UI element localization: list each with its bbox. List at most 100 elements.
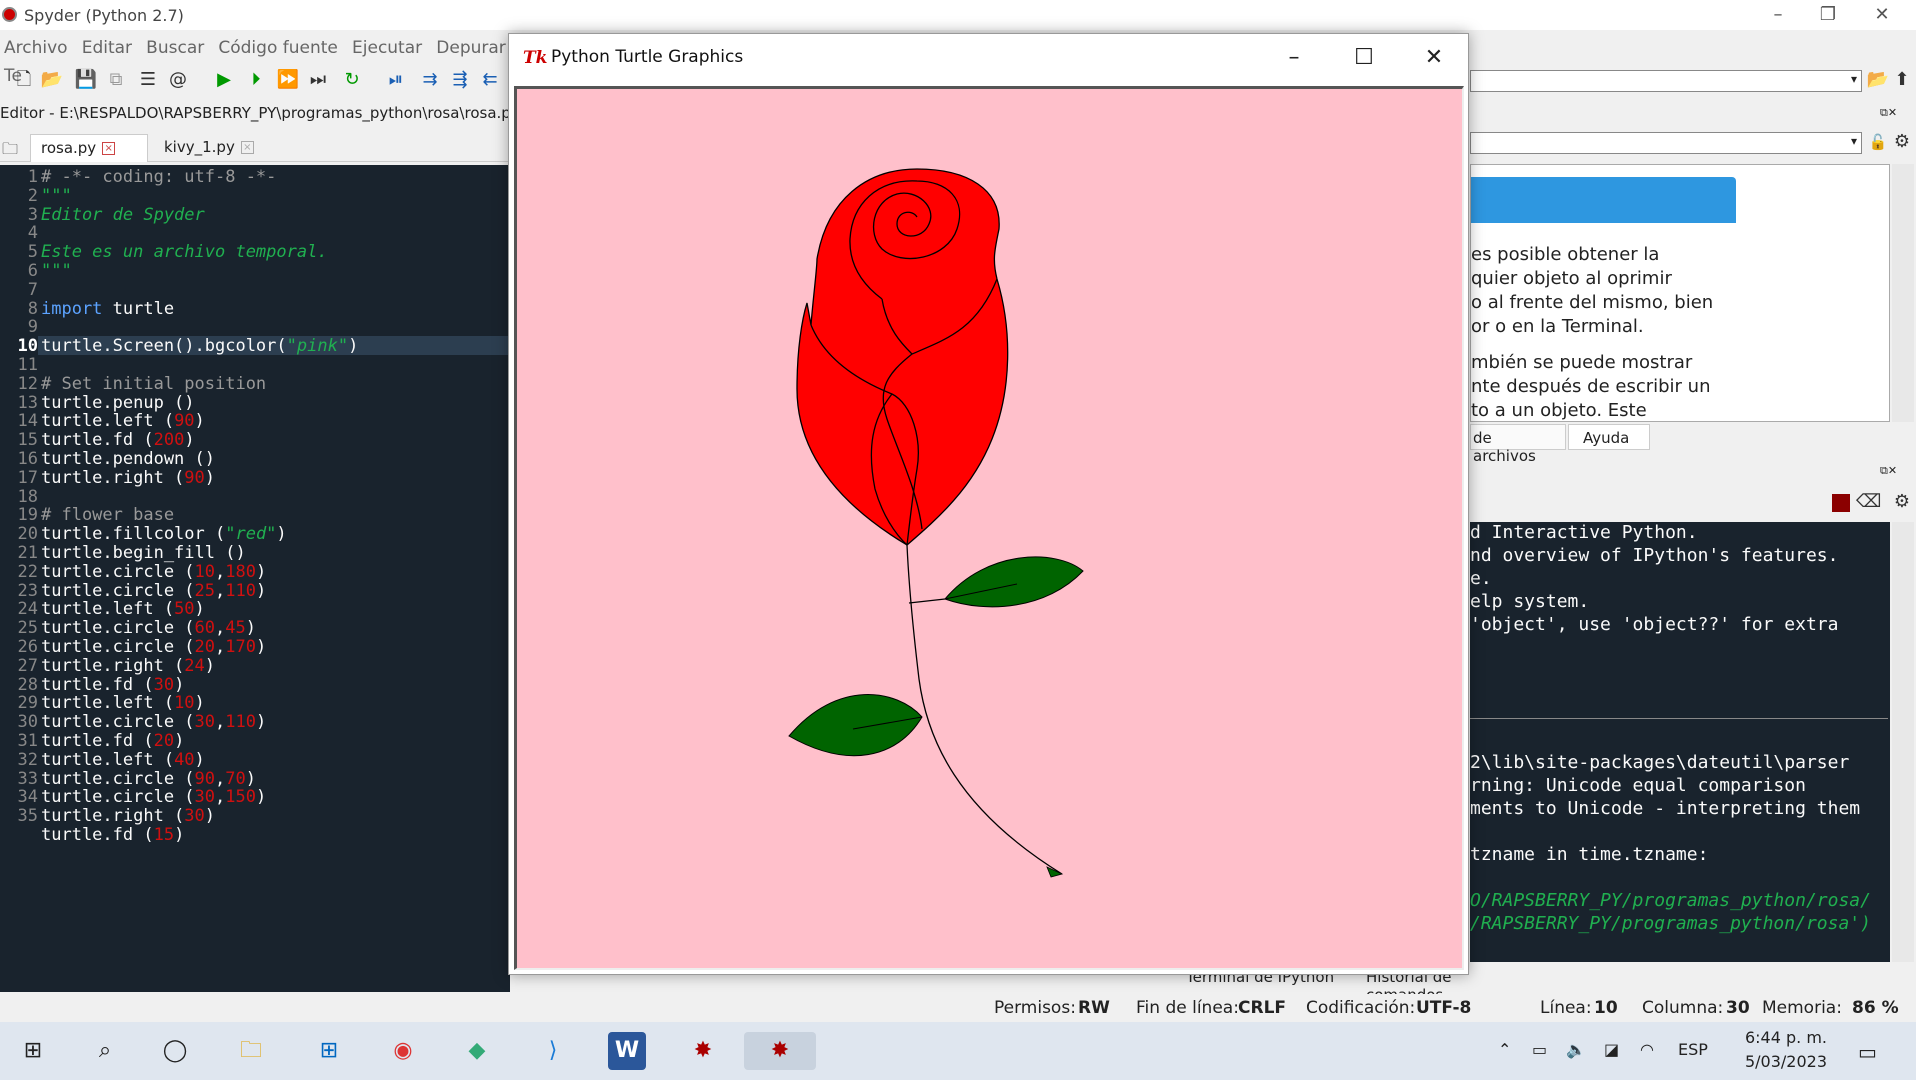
browse-tabs-icon[interactable]: 🗀 bbox=[0, 134, 28, 162]
run-cell-icon[interactable]: ⏵ bbox=[244, 68, 268, 92]
help-object-combo[interactable]: ▾ bbox=[1470, 132, 1862, 154]
code-editor[interactable]: 1 2 3 4 5 6 7 8 9 10 11 12 13 14 15 16 17 18 19 20 21 22 23 24 2… bbox=[0, 165, 510, 992]
tab-help[interactable]: Ayuda bbox=[1568, 424, 1650, 450]
help-line: o al frente del mismo, bien bbox=[1471, 292, 1714, 313]
permisos-value: RW bbox=[1078, 998, 1110, 1018]
save-icon[interactable]: 💾 bbox=[74, 68, 98, 92]
code-line: turtle.circle (90,70) bbox=[41, 768, 256, 789]
menu-archivo[interactable]: Archivo bbox=[0, 34, 72, 62]
search-icon[interactable]: ⌕ bbox=[86, 1032, 124, 1070]
undock-icon[interactable]: ⧉✕ bbox=[1880, 464, 1897, 478]
menu-ejecutar[interactable]: Ejecutar bbox=[348, 34, 426, 62]
encoding-label: Codificación: bbox=[1306, 998, 1416, 1018]
clock-date[interactable]: 5/03/2023 bbox=[1740, 1052, 1832, 1071]
close-icon[interactable]: ✕ bbox=[1862, 2, 1902, 28]
menu-buscar[interactable]: Buscar bbox=[142, 34, 208, 62]
help-scrollbar[interactable] bbox=[1892, 164, 1914, 422]
column-value: 30 bbox=[1726, 998, 1750, 1018]
main-toolbar: 🗋 📂 💾 ⧉ ☰ @ ▶ ⏵ ⏩ ⏭ ↻ ⏯ ⇉ ⇶ ⇇ bbox=[0, 68, 520, 96]
console-line: e. bbox=[1470, 568, 1492, 589]
undock-icon[interactable]: ⧉✕ bbox=[1880, 106, 1897, 120]
stop-icon[interactable] bbox=[1832, 494, 1850, 512]
ipython-console[interactable]: d Interactive Python. nd overview of IPy… bbox=[1470, 522, 1890, 962]
settings-icon[interactable]: ⚙ bbox=[1890, 490, 1914, 514]
console-line: O/RAPSBERRY_PY/programas_python/rosa/ bbox=[1470, 890, 1871, 911]
tab-file-explorer[interactable]: de archivos bbox=[1470, 424, 1566, 465]
at-icon[interactable]: @ bbox=[166, 68, 190, 92]
lock-icon[interactable]: 🔓 bbox=[1866, 130, 1890, 154]
working-dir-combo[interactable]: ▾ bbox=[1470, 70, 1862, 92]
word-icon[interactable]: W bbox=[608, 1032, 646, 1070]
restore-icon[interactable]: ❐ bbox=[1808, 2, 1848, 28]
menu-editar[interactable]: Editar bbox=[78, 34, 136, 62]
settings-icon[interactable]: ⚙ bbox=[1890, 130, 1914, 154]
step-return-icon[interactable]: ⇇ bbox=[478, 68, 502, 92]
line-number: 33 bbox=[17, 768, 38, 789]
code-line: turtle.right (24) bbox=[41, 655, 216, 676]
code-line: import turtle bbox=[41, 298, 175, 319]
run-cell-advance-icon[interactable]: ⏩ bbox=[276, 68, 300, 92]
minimize-icon[interactable]: – bbox=[1758, 2, 1798, 28]
clock-time[interactable]: 6:44 p. m. bbox=[1740, 1028, 1832, 1047]
open-file-icon[interactable]: 📂 bbox=[40, 68, 64, 92]
code-line: turtle.circle (20,170) bbox=[41, 637, 267, 657]
line-number: 27 bbox=[17, 655, 38, 676]
line-number: 4 bbox=[27, 223, 38, 244]
app-icon[interactable]: ◆ bbox=[458, 1032, 496, 1070]
console-scrollbar[interactable] bbox=[1892, 522, 1914, 962]
task-view-icon[interactable]: ◯ bbox=[156, 1032, 194, 1070]
chrome-icon[interactable]: ◉ bbox=[384, 1032, 422, 1070]
spyder-taskbar-icon[interactable]: ✸ bbox=[684, 1032, 722, 1070]
close-icon[interactable]: ✕ bbox=[1409, 42, 1459, 74]
turtle-canvas[interactable] bbox=[514, 86, 1464, 970]
wifi-icon[interactable]: ◠ bbox=[1640, 1040, 1654, 1059]
run-selection-icon[interactable]: ⏭ bbox=[306, 68, 330, 92]
line-number: 21 bbox=[17, 543, 38, 563]
close-tab-icon[interactable]: × bbox=[102, 142, 116, 155]
tray-chevron-icon[interactable]: ⌃ bbox=[1498, 1040, 1511, 1059]
run-icon[interactable]: ▶ bbox=[212, 68, 236, 92]
line-number: 3 bbox=[27, 204, 38, 225]
menu-depurar[interactable]: Depurar bbox=[432, 34, 510, 62]
list-icon[interactable]: ☰ bbox=[136, 68, 160, 92]
network-icon[interactable]: ◪ bbox=[1604, 1040, 1619, 1059]
vscode-icon[interactable]: ⟩ bbox=[534, 1032, 572, 1070]
line-number: 22 bbox=[17, 561, 38, 582]
start-icon[interactable]: ⊞ bbox=[14, 1032, 52, 1070]
clear-console-icon[interactable]: ⌫ bbox=[1856, 490, 1881, 514]
close-tab-icon[interactable]: × bbox=[240, 141, 254, 154]
code-line: turtle.penup () bbox=[41, 392, 195, 413]
notifications-icon[interactable]: ▭ bbox=[1858, 1040, 1877, 1064]
console-line: d Interactive Python. bbox=[1470, 522, 1698, 543]
language-indicator[interactable]: ESP bbox=[1678, 1040, 1708, 1059]
maximize-icon[interactable]: ☐ bbox=[1339, 42, 1389, 74]
parent-dir-icon[interactable]: ⬆ bbox=[1890, 68, 1914, 92]
tab-kivy[interactable]: kivy_1.py × bbox=[150, 134, 268, 162]
line-label: Línea: bbox=[1540, 998, 1592, 1018]
eol-value: CRLF bbox=[1238, 998, 1287, 1018]
file-explorer-icon[interactable]: 🗀 bbox=[232, 1032, 270, 1070]
turtle-titlebar: Tk Python Turtle Graphics – ☐ ✕ bbox=[509, 34, 1468, 82]
tab-rosa[interactable]: rosa.py × bbox=[30, 134, 148, 162]
step-into-icon[interactable]: ⇶ bbox=[448, 68, 472, 92]
battery-icon[interactable]: ▭ bbox=[1532, 1040, 1547, 1059]
line-number: 12 bbox=[17, 373, 38, 394]
code-line: turtle.fd (30) bbox=[41, 674, 185, 695]
minimize-icon[interactable]: – bbox=[1269, 42, 1319, 74]
help-line: es posible obtener la bbox=[1471, 244, 1660, 265]
rerun-icon[interactable]: ↻ bbox=[340, 68, 364, 92]
store-icon[interactable]: ⊞ bbox=[310, 1032, 348, 1070]
debug-icon[interactable]: ⏯ bbox=[384, 68, 408, 92]
new-file-icon[interactable]: 🗋 bbox=[12, 68, 36, 92]
spyder-active-taskbar-icon[interactable]: ✸ bbox=[744, 1032, 816, 1070]
line-number: 13 bbox=[17, 392, 38, 413]
menu-codigo-fuente[interactable]: Código fuente bbox=[214, 34, 342, 62]
step-icon[interactable]: ⇉ bbox=[418, 68, 442, 92]
code-line: turtle.fd (15) bbox=[41, 825, 185, 845]
browse-folder-icon[interactable]: 📂 bbox=[1866, 68, 1890, 92]
console-line: 2\lib\site-packages\dateutil\parser bbox=[1470, 752, 1850, 773]
code-line: turtle.left (10) bbox=[41, 693, 205, 714]
save-all-icon[interactable]: ⧉ bbox=[104, 68, 128, 92]
volume-icon[interactable]: 🔈 bbox=[1566, 1040, 1586, 1059]
turtle-window[interactable]: Tk Python Turtle Graphics – ☐ ✕ bbox=[508, 33, 1469, 975]
